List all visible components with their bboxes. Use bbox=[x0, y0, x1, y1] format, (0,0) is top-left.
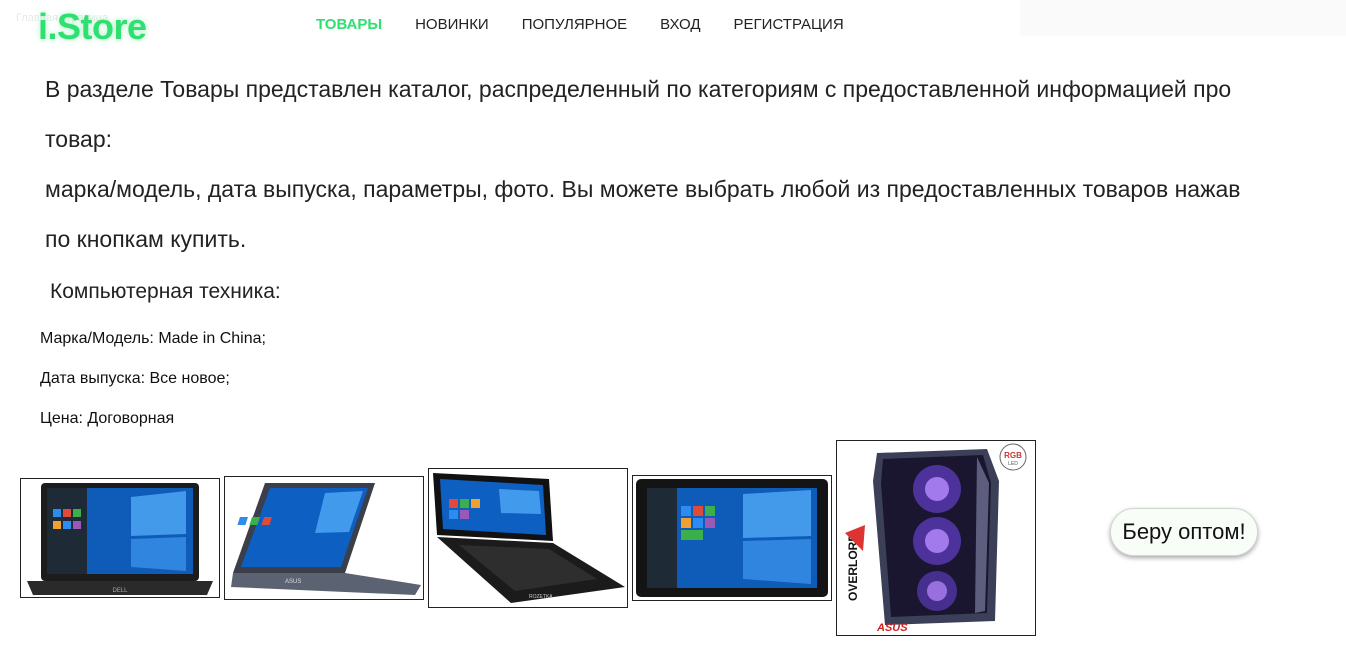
product-tablet-keyboard[interactable]: ROZETKA bbox=[428, 468, 628, 608]
pc-rgb-badge: RGB bbox=[1004, 451, 1022, 460]
spec-brand: Марка/Модель: Made in China; bbox=[40, 330, 266, 347]
category-title: Компьютерная техника: bbox=[50, 280, 281, 303]
spec-price: Цена: Договорная bbox=[40, 410, 175, 427]
tablet-keyboard-brand: ROZETKA bbox=[529, 594, 553, 600]
intro-line-1: В разделе Товары представлен каталог, ра… bbox=[45, 76, 1232, 102]
intro-line-3: марка/модель, дата выпуска, параметры, ф… bbox=[45, 176, 1241, 202]
intro-text: В разделе Товары представлен каталог, ра… bbox=[45, 64, 1345, 264]
pc-case-image: RGB LED OVERLORD ASUS bbox=[845, 443, 1027, 634]
tablet-image bbox=[636, 479, 828, 597]
nav-new[interactable]: НОВИНКИ bbox=[415, 16, 489, 33]
intro-line-2: товар: bbox=[45, 126, 113, 152]
product-tablet[interactable] bbox=[632, 475, 832, 601]
laptop-asus-image: ASUS bbox=[231, 483, 421, 595]
pc-led-badge: LED bbox=[1008, 461, 1018, 467]
laptop-dell-image: DELL bbox=[27, 483, 213, 595]
nav-register[interactable]: РЕГИСТРАЦИЯ bbox=[734, 16, 844, 33]
laptop-asus-brand: ASUS bbox=[285, 579, 301, 585]
laptop-dell-brand: DELL bbox=[112, 588, 128, 594]
intro-line-4: по кнопкам купить. bbox=[45, 226, 247, 252]
product-laptop-dell[interactable]: DELL bbox=[20, 478, 220, 598]
spec-release-date: Дата выпуска: Все новое; bbox=[40, 370, 230, 387]
nav-popular[interactable]: ПОПУЛЯРНОЕ bbox=[522, 16, 627, 33]
product-pc-case[interactable]: RGB LED OVERLORD ASUS bbox=[836, 440, 1036, 636]
tablet-keyboard-image: ROZETKA bbox=[433, 473, 625, 603]
header-right-area bbox=[1020, 0, 1346, 36]
nav-login[interactable]: ВХОД bbox=[660, 16, 700, 33]
bulk-order-button[interactable]: Беру оптом! bbox=[1110, 508, 1258, 556]
site-logo[interactable]: i.Store bbox=[38, 6, 147, 48]
product-laptop-asus[interactable]: ASUS bbox=[224, 476, 424, 600]
main-nav: ТОВАРЫ НОВИНКИ ПОПУЛЯРНОЕ ВХОД РЕГИСТРАЦ… bbox=[316, 16, 877, 33]
nav-products[interactable]: ТОВАРЫ bbox=[316, 16, 382, 33]
pc-asus-mark: ASUS bbox=[876, 622, 908, 634]
